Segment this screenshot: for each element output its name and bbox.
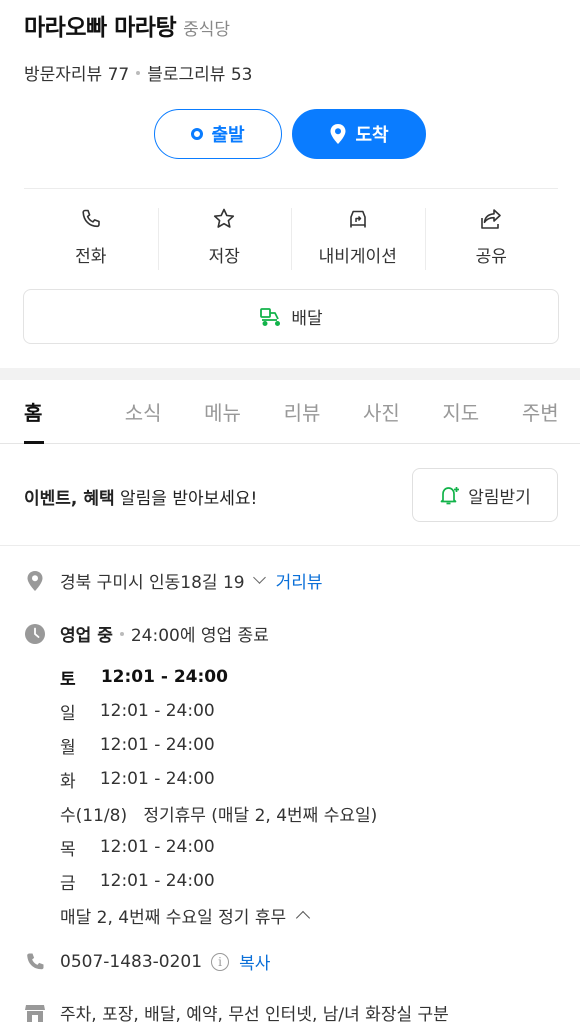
section-separator xyxy=(0,368,580,380)
tab-news[interactable]: 소식 xyxy=(103,380,182,443)
call-button[interactable]: 전화 xyxy=(24,196,158,276)
holiday-note-toggle[interactable]: 매달 2, 4번째 수요일 정기 휴무 xyxy=(60,898,377,932)
amenities-row: 주차, 포장, 배달, 예약, 무선 인터넷, 남/녀 화장실 구분 xyxy=(24,1000,449,1025)
delivery-button[interactable]: 배달 xyxy=(23,289,559,344)
phone-icon xyxy=(24,951,46,973)
phone-icon xyxy=(82,209,100,227)
save-label: 저장 xyxy=(208,246,240,267)
tab-reviews[interactable]: 리뷰 xyxy=(262,380,341,443)
tab-map[interactable]: 지도 xyxy=(421,380,500,443)
hours-row: 목 12:01 - 24:00 xyxy=(60,837,215,860)
hours-row: 금 12:01 - 24:00 xyxy=(60,871,215,894)
location-pin-icon xyxy=(24,570,46,592)
hours-row: 월 12:01 - 24:00 xyxy=(60,735,215,758)
delivery-label: 배달 xyxy=(291,309,323,329)
car-navigation-icon xyxy=(349,210,366,227)
street-view-link[interactable]: 거리뷰 xyxy=(276,568,323,593)
place-header: 마라오빠 마라탕 중식당 xyxy=(24,8,230,42)
tab-nearby[interactable]: 주변 xyxy=(501,380,580,443)
copy-phone-button[interactable]: 복사 xyxy=(239,949,270,974)
chevron-down-icon[interactable] xyxy=(252,571,266,584)
save-button[interactable]: 저장 xyxy=(157,196,292,276)
separator-dot xyxy=(136,70,141,75)
delivery-scooter-icon xyxy=(260,307,281,326)
star-icon xyxy=(214,208,235,228)
phone-number[interactable]: 0507-1483-0201 xyxy=(60,952,202,972)
share-icon xyxy=(481,208,502,229)
hours-row: 토 12:01 - 24:00 xyxy=(60,667,228,690)
divider xyxy=(24,188,558,189)
business-status-row: 영업 중 24:00에 영업 종료 xyxy=(24,621,269,646)
navigation-label: 내비게이션 xyxy=(318,246,397,267)
arrive-label: 도착 xyxy=(355,125,389,146)
share-button[interactable]: 공유 xyxy=(424,196,559,276)
phone-row: 0507-1483-0201 i 복사 xyxy=(24,949,270,974)
separator-dot xyxy=(119,631,124,636)
depart-label: 출발 xyxy=(211,125,245,146)
tab-photos[interactable]: 사진 xyxy=(342,380,421,443)
hours-row: 일 12:01 - 24:00 xyxy=(60,701,215,724)
blog-reviews-link[interactable]: 블로그리뷰 53 xyxy=(147,60,252,85)
location-pin-icon xyxy=(330,124,346,144)
review-counts: 방문자리뷰 77 블로그리뷰 53 xyxy=(24,60,253,85)
tab-bar: 홈 소식 메뉴 리뷰 사진 지도 주변 xyxy=(0,380,580,444)
business-hours-list: 토 12:01 - 24:00 일 12:01 - 24:00 월 12:01 … xyxy=(60,660,377,932)
notification-banner: 이벤트, 혜택 알림을 받아보세요! 알림받기 xyxy=(0,444,580,546)
address-text: 경북 구미시 인동18길 19 xyxy=(60,573,245,593)
subscribe-alert-label: 알림받기 xyxy=(468,487,531,508)
address-row: 경북 구미시 인동18길 19 거리뷰 xyxy=(24,568,323,593)
notification-text: 이벤트, 혜택 알림을 받아보세요! xyxy=(24,489,258,509)
info-icon[interactable]: i xyxy=(211,952,230,971)
origin-dot-icon xyxy=(191,128,204,140)
store-icon xyxy=(24,1002,46,1024)
visitor-reviews-link[interactable]: 방문자리뷰 77 xyxy=(24,60,129,85)
clock-icon xyxy=(24,623,46,645)
call-label: 전화 xyxy=(75,246,107,267)
amenities-text: 주차, 포장, 배달, 예약, 무선 인터넷, 남/녀 화장실 구분 xyxy=(60,1005,449,1025)
place-name: 마라오빠 마라탕 xyxy=(24,15,177,41)
route-buttons: 출발 도착 xyxy=(0,109,580,159)
action-bar: 전화 저장 내비게이션 공유 xyxy=(24,196,558,276)
arrive-button[interactable]: 도착 xyxy=(292,109,426,159)
share-label: 공유 xyxy=(475,246,507,267)
place-category: 중식당 xyxy=(183,20,231,40)
status-open: 영업 중 xyxy=(60,626,113,646)
bell-plus-icon xyxy=(440,487,460,505)
tab-menu[interactable]: 메뉴 xyxy=(183,380,262,443)
hours-row: 화 12:01 - 24:00 xyxy=(60,769,215,792)
tab-home[interactable]: 홈 xyxy=(0,380,103,444)
chevron-up-icon xyxy=(296,910,311,926)
subscribe-alert-button[interactable]: 알림받기 xyxy=(412,468,558,522)
depart-button[interactable]: 출발 xyxy=(154,109,282,159)
closing-time: 24:00에 영업 종료 xyxy=(130,626,269,646)
navigation-button[interactable]: 내비게이션 xyxy=(291,196,425,276)
holiday-note-text: 매달 2, 4번째 수요일 정기 휴무 xyxy=(60,907,287,928)
hours-row: 수(11/8) 정기휴무 (매달 2, 4번째 수요일) xyxy=(60,805,378,826)
